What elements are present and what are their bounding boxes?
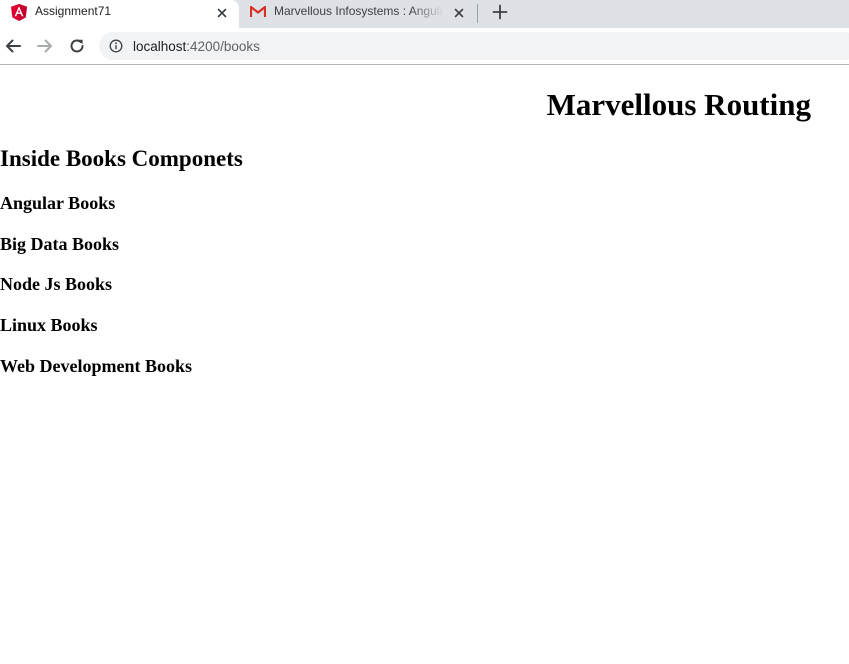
book-item-linux: Linux Books [0, 315, 98, 335]
tab-title: Marvellous Infosystems : Angular [274, 4, 444, 18]
book-item-node-js: Node Js Books [0, 274, 113, 294]
browser-toolbar: localhost:4200/books [0, 28, 849, 65]
book-item-big-data: Big Data Books [0, 234, 120, 254]
url-path: :4200/books [186, 39, 260, 54]
section-heading: Inside Books Componets [0, 146, 243, 171]
close-icon[interactable] [215, 6, 229, 20]
tab-separator [477, 4, 478, 23]
reload-icon[interactable] [67, 36, 87, 56]
address-bar[interactable]: localhost:4200/books [99, 32, 849, 60]
arrow-right-icon[interactable] [35, 36, 55, 56]
plus-icon[interactable] [491, 3, 509, 21]
page-content: Marvellous Routing Inside Books Componet… [0, 65, 849, 664]
tab-marvellous-infosystems[interactable]: Marvellous Infosystems : Angular [239, 0, 476, 28]
page-title: Marvellous Routing [546, 87, 811, 122]
arrow-left-icon[interactable] [3, 36, 23, 56]
address-url[interactable]: localhost:4200/books [133, 39, 260, 54]
close-icon[interactable] [452, 6, 466, 20]
tab-title: Assignment71 [35, 4, 112, 18]
angular-logo-icon [11, 4, 27, 21]
tab-assignment71[interactable]: Assignment71 [0, 0, 239, 28]
url-host: localhost [133, 39, 187, 54]
info-icon[interactable] [109, 39, 123, 53]
book-item-angular: Angular Books [0, 193, 116, 213]
gmail-logo-icon [250, 5, 266, 17]
book-item-web-development: Web Development Books [0, 356, 193, 376]
tab-strip: Assignment71 Marvellous Infosystems : An… [0, 0, 849, 28]
